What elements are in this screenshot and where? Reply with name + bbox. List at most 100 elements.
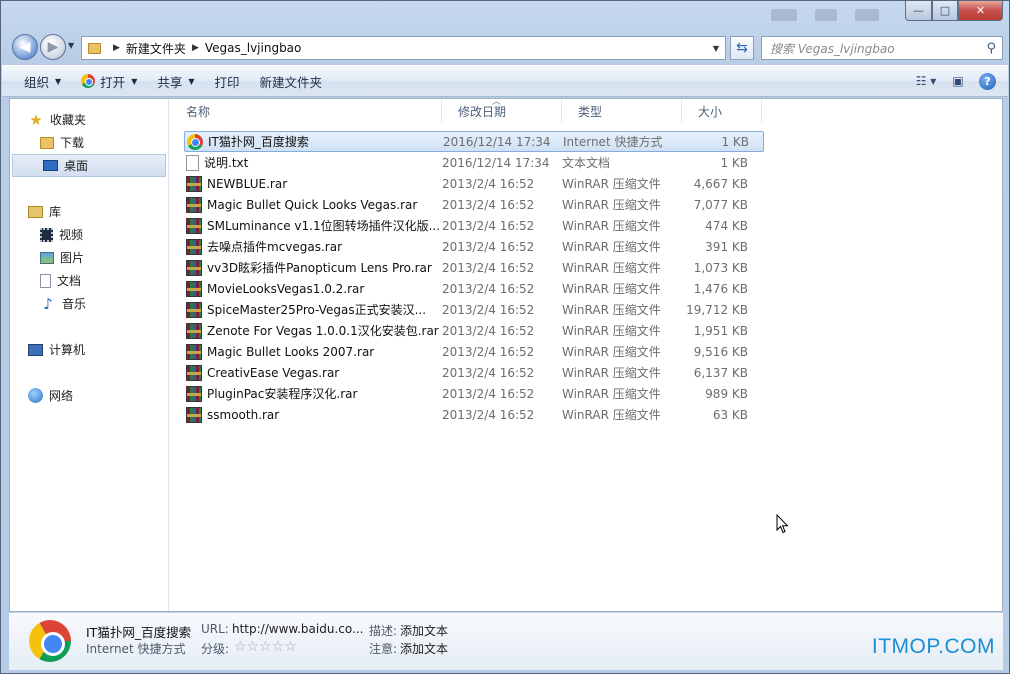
column-type-label: 类型 <box>578 104 603 119</box>
file-row[interactable]: 说明.txt 2016/12/14 17:34 文本文档 1 KB <box>184 152 764 173</box>
new-folder-button[interactable]: 新建文件夹 <box>250 69 333 93</box>
libraries-group: 库 视频 图片 文档 ♪ 音乐 <box>10 200 168 315</box>
file-type: WinRAR 压缩文件 <box>562 324 661 338</box>
rating-stars[interactable]: ☆☆☆☆☆ <box>234 639 297 655</box>
explorer-window: — □ ✕ ◀ ▶ ▼ ▶ 新建文件夹 ▶ Vegas_lvjingbao ▼ … <box>0 0 1010 674</box>
view-options-icon[interactable]: ☷ ▾ <box>915 71 937 91</box>
forward-button[interactable]: ▶ <box>40 34 66 60</box>
nav-music[interactable]: ♪ 音乐 <box>10 292 168 315</box>
nav-downloads-label: 下载 <box>60 136 85 150</box>
file-row[interactable]: SpiceMaster25Pro-Vegas正式安装汉... 2013/2/4 1… <box>184 299 764 320</box>
nav-documents[interactable]: 文档 <box>10 269 168 292</box>
file-name-cell: Magic Bullet Looks 2007.rar <box>184 343 442 360</box>
nav-computer[interactable]: 计算机 <box>10 338 168 361</box>
file-type: WinRAR 压缩文件 <box>562 240 661 254</box>
print-button[interactable]: 打印 <box>205 69 250 93</box>
file-name-cell: CreativEase Vegas.rar <box>184 364 442 381</box>
details-desc-label: 描述: <box>369 624 398 638</box>
details-desc-value[interactable]: 添加文本 <box>400 622 448 639</box>
column-header-date[interactable]: 修改日期 <box>442 94 562 123</box>
minimize-button[interactable]: — <box>905 1 932 21</box>
file-row[interactable]: PluginPac安装程序汉化.rar 2013/2/4 16:52 WinRAR … <box>184 383 764 404</box>
file-row[interactable]: CreativEase Vegas.rar 2013/2/4 16:52 WinRA… <box>184 362 764 383</box>
file-row[interactable]: 去噪点插件mcvegas.rar 2013/2/4 16:52 WinRAR 压缩文… <box>184 236 764 257</box>
file-row[interactable]: vv3D眩彩插件Panopticum Lens Pro.rar 2013/2/4 … <box>184 257 764 278</box>
search-input[interactable]: 搜索 Vegas_lvjingbao ⚲ <box>761 36 1003 60</box>
close-button[interactable]: ✕ <box>958 1 1003 21</box>
rar-archive-icon <box>186 280 202 297</box>
address-bar[interactable]: ▶ 新建文件夹 ▶ Vegas_lvjingbao ▼ <box>81 36 726 60</box>
file-row[interactable]: ssmooth.rar 2013/2/4 16:52 WinRAR 压缩文件 63 K… <box>184 404 764 425</box>
nav-pictures[interactable]: 图片 <box>10 246 168 269</box>
search-icon[interactable]: ⚲ <box>986 41 996 56</box>
file-list: IT猫扑网_百度搜索 2016/12/14 17:34 Internet 快捷方式 1… <box>184 131 764 425</box>
navigation-pane[interactable]: ★ 收藏夹 下载 桌面 库 视频 图片 文档 ♪ 音乐 计算机 网络 <box>10 99 168 611</box>
file-name: SMLuminance v1.1位图转场插件汉化版... <box>207 219 441 233</box>
breadcrumb-current-folder[interactable]: Vegas_lvjingbao <box>205 41 302 55</box>
file-name-cell: SpiceMaster25Pro-Vegas正式安装汉... <box>184 301 442 318</box>
file-name-cell: IT猫扑网_百度搜索 <box>185 133 443 150</box>
content-area: ★ 收藏夹 下载 桌面 库 视频 图片 文档 ♪ 音乐 计算机 网络 名称 修改日期 <box>9 94 1003 612</box>
column-header-size[interactable]: 大小 <box>682 99 762 123</box>
file-name: PluginPac安装程序汉化.rar <box>207 387 358 401</box>
chevron-right-icon[interactable]: ▶ <box>113 43 120 53</box>
share-label: 共享 <box>157 74 183 90</box>
file-row[interactable]: Magic Bullet Looks 2007.rar 2013/2/4 16:5… <box>184 341 764 362</box>
nav-network[interactable]: 网络 <box>10 384 168 407</box>
back-arrow-icon: ◀ <box>19 39 31 55</box>
address-dropdown-icon[interactable]: ▼ <box>713 44 719 53</box>
file-row[interactable]: IT猫扑网_百度搜索 2016/12/14 17:34 Internet 快捷方式 1… <box>184 131 764 152</box>
file-row[interactable]: Zenote For Vegas 1.0.0.1汉化安装包.rar 2013/2/… <box>184 320 764 341</box>
pane-splitter[interactable] <box>168 99 169 611</box>
nav-libraries-label: 库 <box>49 205 62 219</box>
star-icon: ★ <box>29 110 43 129</box>
file-size: 1 KB <box>720 155 748 170</box>
rar-archive-icon <box>186 322 202 339</box>
file-name-cell: Zenote For Vegas 1.0.0.1汉化安装包.rar <box>184 322 442 339</box>
file-date: 2013/2/4 16:52 <box>442 260 535 275</box>
file-date: 2013/2/4 16:52 <box>442 344 535 359</box>
column-header-name[interactable]: 名称 <box>170 99 442 123</box>
file-type: WinRAR 压缩文件 <box>562 282 661 296</box>
file-type: WinRAR 压缩文件 <box>562 177 661 191</box>
share-menu[interactable]: 共享 ▼ <box>147 69 204 93</box>
organize-menu[interactable]: 组织 ▼ <box>14 69 71 93</box>
file-name-cell: MovieLooksVegas1.0.2.rar <box>184 280 442 297</box>
breadcrumb-new-folder[interactable]: 新建文件夹 <box>126 40 186 57</box>
file-name: vv3D眩彩插件Panopticum Lens Pro.rar <box>207 261 432 275</box>
back-button[interactable]: ◀ <box>12 34 38 60</box>
chevron-right-icon[interactable]: ▶ <box>192 43 199 53</box>
navigation-row: ◀ ▶ ▼ ▶ 新建文件夹 ▶ Vegas_lvjingbao ▼ ⇆ 搜索 V… <box>9 33 1003 61</box>
rar-archive-icon <box>186 238 202 255</box>
help-icon[interactable]: ? <box>979 72 996 90</box>
chrome-icon <box>29 620 71 662</box>
rar-archive-icon <box>186 343 202 360</box>
file-type: WinRAR 压缩文件 <box>562 219 661 233</box>
details-url-value[interactable]: http://www.baidu.co... <box>232 622 363 636</box>
refresh-button[interactable]: ⇆ <box>730 36 754 60</box>
details-note-label: 注意: <box>369 642 398 656</box>
file-size: 391 KB <box>705 239 748 254</box>
nav-videos[interactable]: 视频 <box>10 223 168 246</box>
maximize-button[interactable]: □ <box>932 1 958 21</box>
nav-desktop[interactable]: 桌面 <box>12 154 166 177</box>
organize-label: 组织 <box>24 74 50 90</box>
new-folder-label: 新建文件夹 <box>259 74 323 90</box>
nav-favorites[interactable]: ★ 收藏夹 <box>10 108 168 131</box>
file-row[interactable]: NEWBLUE.rar 2013/2/4 16:52 WinRAR 压缩文件 4,66… <box>184 173 764 194</box>
open-menu[interactable]: 打开 ▼ <box>71 69 147 93</box>
preview-pane-icon[interactable]: ▣ <box>947 71 969 91</box>
file-row[interactable]: SMLuminance v1.1位图转场插件汉化版... 2013/2/4 16:… <box>184 215 764 236</box>
file-date: 2013/2/4 16:52 <box>442 302 535 317</box>
nav-downloads[interactable]: 下载 <box>10 131 168 154</box>
nav-desktop-label: 桌面 <box>64 159 89 173</box>
column-header-type[interactable]: 类型 <box>562 99 682 123</box>
recent-pages-dropdown[interactable]: ▼ <box>68 41 74 50</box>
details-note-value[interactable]: 添加文本 <box>400 640 448 657</box>
nav-libraries[interactable]: 库 <box>10 200 168 223</box>
internet-shortcut-icon <box>187 133 203 150</box>
details-title: IT猫扑网_百度搜索 <box>86 625 192 640</box>
file-size: 474 KB <box>705 218 748 233</box>
file-row[interactable]: MovieLooksVegas1.0.2.rar 2013/2/4 16:52 Wi… <box>184 278 764 299</box>
file-row[interactable]: Magic Bullet Quick Looks Vegas.rar 2013/2… <box>184 194 764 215</box>
